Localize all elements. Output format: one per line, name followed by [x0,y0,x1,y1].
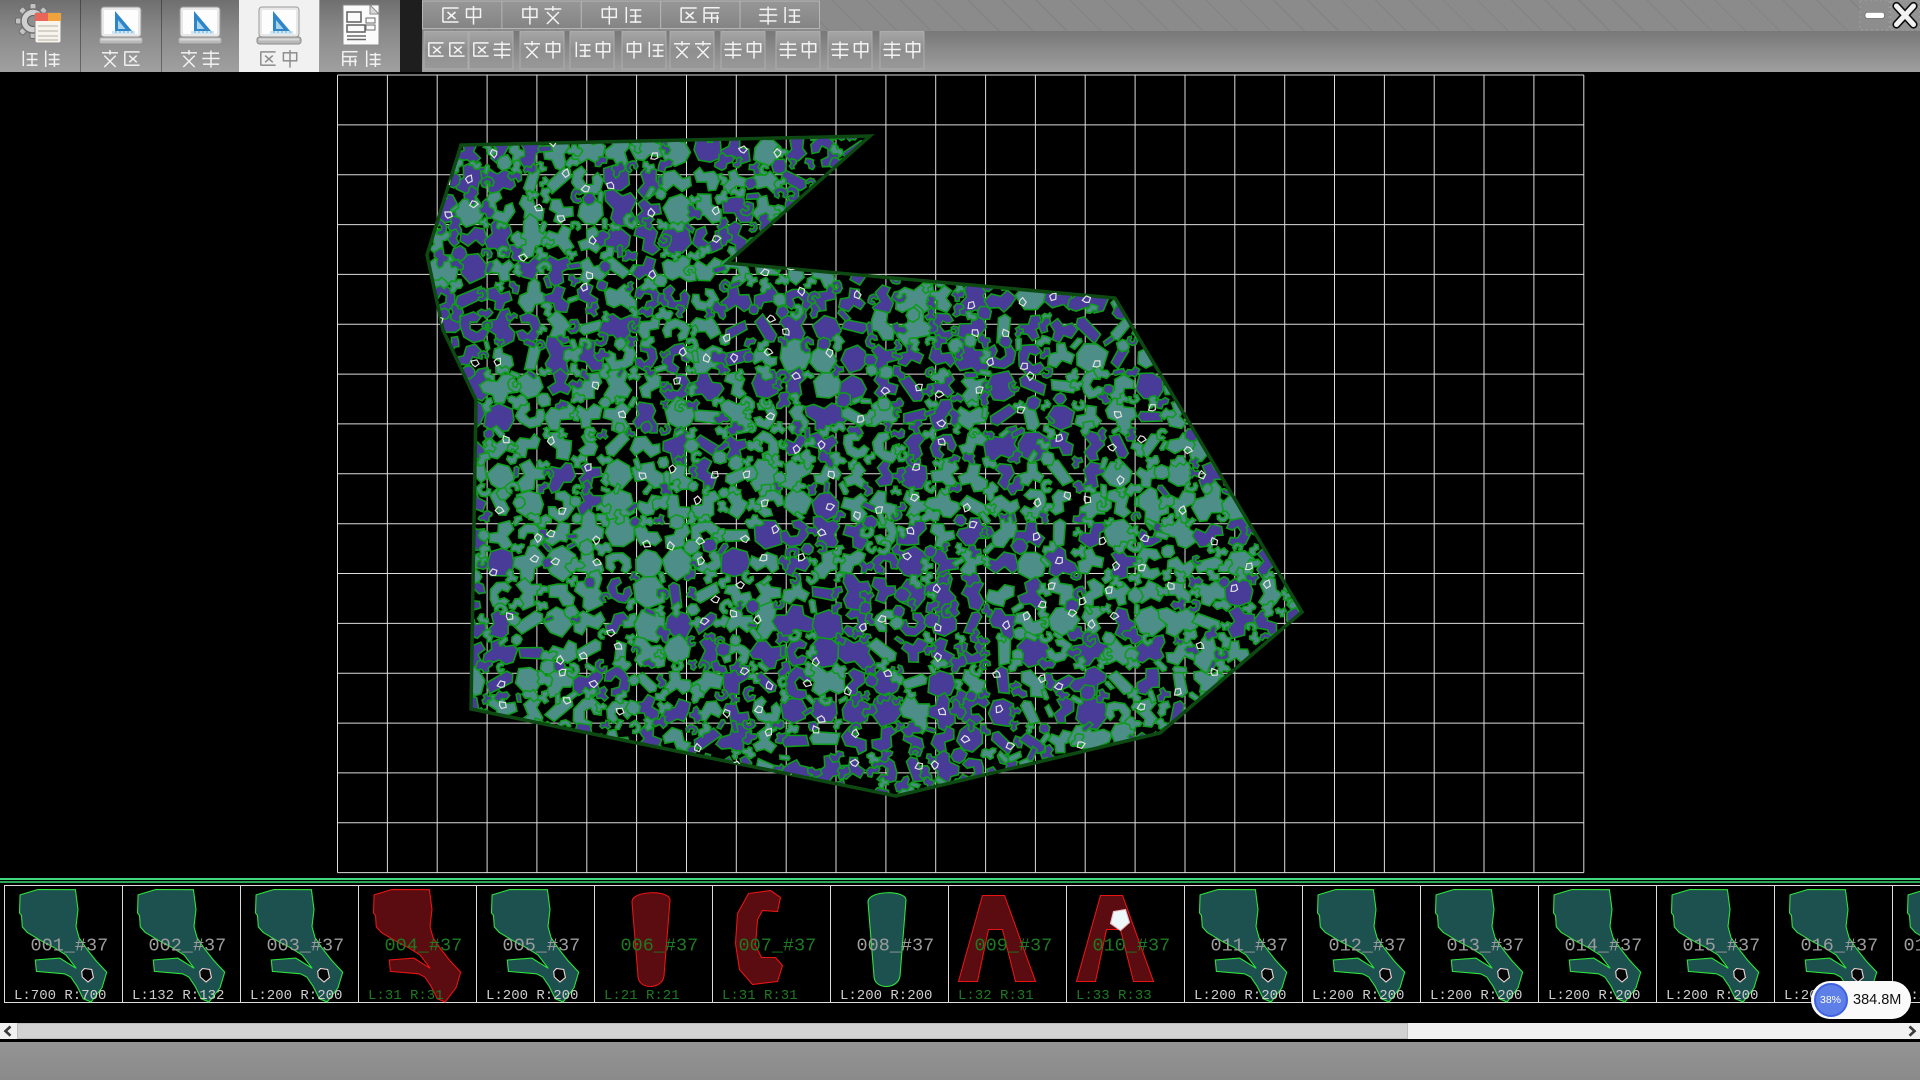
svg-text:L:200 R:200: L:200 R:200 [840,988,932,1004]
svg-text:002_#37: 002_#37 [149,935,227,956]
svg-text:011_#37: 011_#37 [1211,935,1289,956]
svg-text:014_#37: 014_#37 [1565,935,1643,956]
svg-text:L:33 R:33: L:33 R:33 [1076,988,1152,1004]
svg-text:L:200 R:200: L:200 R:200 [1194,988,1286,1004]
svg-text:001_#37: 001_#37 [31,935,109,956]
svg-text:L:32 R:31: L:32 R:31 [958,988,1034,1004]
svg-text:004_#37: 004_#37 [385,935,463,956]
svg-text:009_#37: 009_#37 [975,935,1053,956]
svg-text:013_#37: 013_#37 [1447,935,1525,956]
svg-text:L:200 R:200: L:200 R:200 [486,988,578,1004]
svg-text:017: 017 [1904,935,1920,956]
svg-text:015_#37: 015_#37 [1683,935,1761,956]
svg-text:L:31 R:31: L:31 R:31 [368,988,444,1004]
svg-text:008_#37: 008_#37 [857,935,935,956]
svg-text:003_#37: 003_#37 [267,935,345,956]
svg-text:L:200 R:200: L:200 R:200 [250,988,342,1004]
svg-text:L:200 R:200: L:200 R:200 [1666,988,1758,1004]
svg-text:L:21 R:21: L:21 R:21 [604,988,680,1004]
svg-text:012_#37: 012_#37 [1329,935,1407,956]
svg-text:010_#37: 010_#37 [1093,935,1171,956]
svg-text:005_#37: 005_#37 [503,935,581,956]
svg-text:L:31 R:31: L:31 R:31 [722,988,798,1004]
svg-text:006_#37: 006_#37 [621,935,699,956]
svg-text:L:200 R:200: L:200 R:200 [1548,988,1640,1004]
svg-text:L:700 R:700: L:700 R:700 [14,988,106,1004]
svg-text:L:200 R:200: L:200 R:200 [1430,988,1522,1004]
svg-text:007_#37: 007_#37 [739,935,817,956]
svg-text:L:200 R:200: L:200 R:200 [1312,988,1404,1004]
svg-text:016_#37: 016_#37 [1801,935,1879,956]
svg-text:L:132 R:132: L:132 R:132 [132,988,224,1004]
